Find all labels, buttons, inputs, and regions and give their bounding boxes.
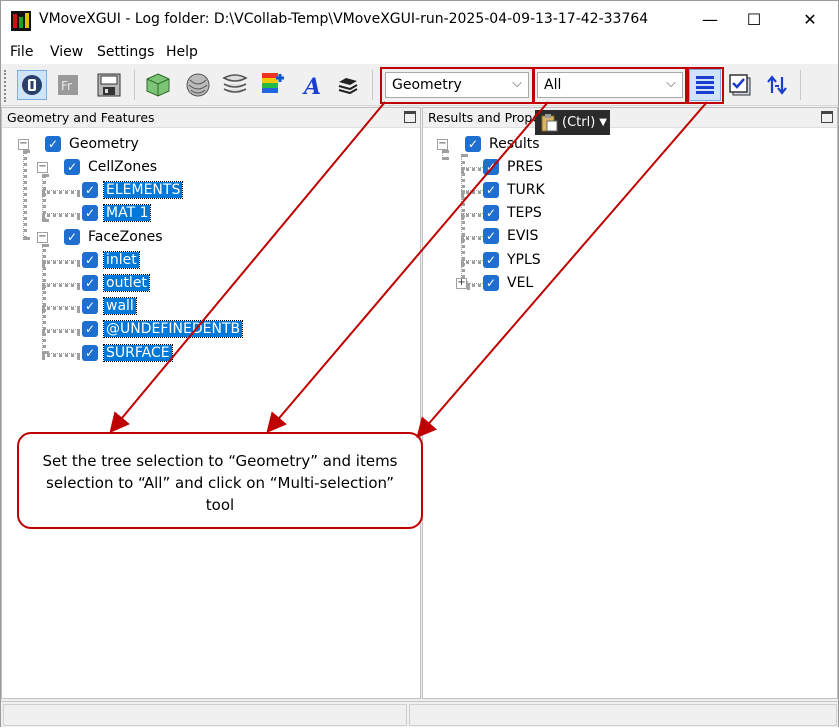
dock-icon[interactable] <box>404 111 416 123</box>
svg-text:Fr: Fr <box>61 79 72 93</box>
checkbox-icon[interactable] <box>725 70 755 100</box>
tree-node-wall[interactable]: ✓ wall <box>82 295 137 317</box>
tree-node-mat1[interactable]: ✓ MAT 1 <box>82 202 152 224</box>
checkbox-checked-icon[interactable]: ✓ <box>483 182 499 198</box>
app-logo-icon <box>11 11 31 31</box>
menu-help[interactable]: Help <box>166 44 198 60</box>
tree-node-geometry[interactable]: ✓ Geometry <box>45 133 141 155</box>
results-panel: Results and Prope − ✓ Results ✓ PRES ✓ T… <box>422 107 838 699</box>
toolbar-grip[interactable] <box>4 70 8 102</box>
panel-title: Results and Prope <box>423 108 837 128</box>
tree-node-facezones[interactable]: ✓ FaceZones <box>64 226 165 248</box>
checkbox-checked-icon[interactable]: ✓ <box>64 229 80 245</box>
tree-node-pres[interactable]: ✓ PRES <box>483 156 545 178</box>
status-bar <box>1 701 838 727</box>
checkbox-checked-icon[interactable]: ✓ <box>465 136 481 152</box>
checkbox-checked-icon[interactable]: ✓ <box>82 252 98 268</box>
checkbox-checked-icon[interactable]: ✓ <box>82 182 98 198</box>
menu-view[interactable]: View <box>50 44 83 60</box>
fr-icon[interactable]: Fr <box>53 70 83 100</box>
swap-arrows-icon[interactable] <box>763 70 793 100</box>
collapse-icon[interactable]: − <box>18 139 29 150</box>
paste-options-button[interactable]: (Ctrl) ▼ <box>535 110 610 135</box>
menu-settings[interactable]: Settings <box>97 44 154 60</box>
maximize-button[interactable]: ☐ <box>739 9 769 31</box>
instruction-callout: Set the tree selection to “Geometry” and… <box>17 432 423 529</box>
geometry-panel: Geometry and Features − ✓ Geometry − ✓ C… <box>1 107 421 699</box>
checkbox-checked-icon[interactable]: ✓ <box>483 275 499 291</box>
checkbox-checked-icon[interactable]: ✓ <box>82 321 98 337</box>
highlight-tree-combo <box>380 67 534 104</box>
checkbox-checked-icon[interactable]: ✓ <box>64 159 80 175</box>
tree-node-teps[interactable]: ✓ TEPS <box>483 202 544 224</box>
collapse-icon[interactable]: − <box>437 139 448 150</box>
checkbox-checked-icon[interactable]: ✓ <box>82 345 98 361</box>
checkbox-checked-icon[interactable]: ✓ <box>82 298 98 314</box>
wrap-icon[interactable] <box>183 70 213 100</box>
checkbox-checked-icon[interactable]: ✓ <box>45 136 61 152</box>
highlight-items-combo <box>533 67 687 104</box>
text-a-icon[interactable]: A <box>298 70 328 100</box>
svg-text:A: A <box>302 74 321 97</box>
tree-node-ypls[interactable]: ✓ YPLS <box>483 249 543 271</box>
stack-icon[interactable] <box>333 70 363 100</box>
tree-node-outlet[interactable]: ✓ outlet <box>82 272 150 294</box>
tree-node-vel[interactable]: ✓ VEL <box>483 272 535 294</box>
tree-node-cellzones[interactable]: ✓ CellZones <box>64 156 159 178</box>
checkbox-checked-icon[interactable]: ✓ <box>82 275 98 291</box>
vcollab-logo-icon[interactable] <box>17 70 47 100</box>
tree-node-inlet[interactable]: ✓ inlet <box>82 249 140 271</box>
expand-icon[interactable]: + <box>456 278 467 289</box>
panel-title: Geometry and Features <box>2 108 420 128</box>
checkbox-checked-icon[interactable]: ✓ <box>483 159 499 175</box>
menu-bar: File View Settings Help <box>1 40 838 64</box>
tree-node-results[interactable]: ✓ Results <box>465 133 542 155</box>
checkbox-checked-icon[interactable]: ✓ <box>483 205 499 221</box>
highlight-multi-selection <box>687 67 724 104</box>
save-icon[interactable] <box>94 70 124 100</box>
chevron-down-icon: ▼ <box>599 117 607 128</box>
checkbox-checked-icon[interactable]: ✓ <box>483 252 499 268</box>
close-button[interactable]: ✕ <box>795 9 825 31</box>
window-title: VMoveXGUI - Log folder: D:\VCollab-Temp\… <box>39 11 649 27</box>
tree-node-elements[interactable]: ✓ ELEMENTS <box>82 179 184 201</box>
tree-node-undefinedentb[interactable]: ✓ @UNDEFINEDENTB <box>82 318 244 340</box>
dock-icon[interactable] <box>821 111 833 123</box>
cube-icon[interactable] <box>143 70 173 100</box>
minimize-button[interactable]: — <box>695 9 725 31</box>
layers-icon[interactable] <box>220 70 250 100</box>
clipboard-icon <box>541 113 558 131</box>
checkbox-checked-icon[interactable]: ✓ <box>82 205 98 221</box>
collapse-icon[interactable]: − <box>37 162 48 173</box>
tree-node-turk[interactable]: ✓ TURK <box>483 179 547 201</box>
color-layers-plus-icon[interactable] <box>258 70 288 100</box>
title-bar: VMoveXGUI - Log folder: D:\VCollab-Temp\… <box>1 1 838 40</box>
menu-file[interactable]: File <box>10 44 33 60</box>
collapse-icon[interactable]: − <box>37 232 48 243</box>
checkbox-checked-icon[interactable]: ✓ <box>483 228 499 244</box>
app-window: VMoveXGUI - Log folder: D:\VCollab-Temp\… <box>0 0 839 727</box>
tree-node-evis[interactable]: ✓ EVIS <box>483 225 540 247</box>
tree-node-surface[interactable]: ✓ SURFACE <box>82 342 173 364</box>
